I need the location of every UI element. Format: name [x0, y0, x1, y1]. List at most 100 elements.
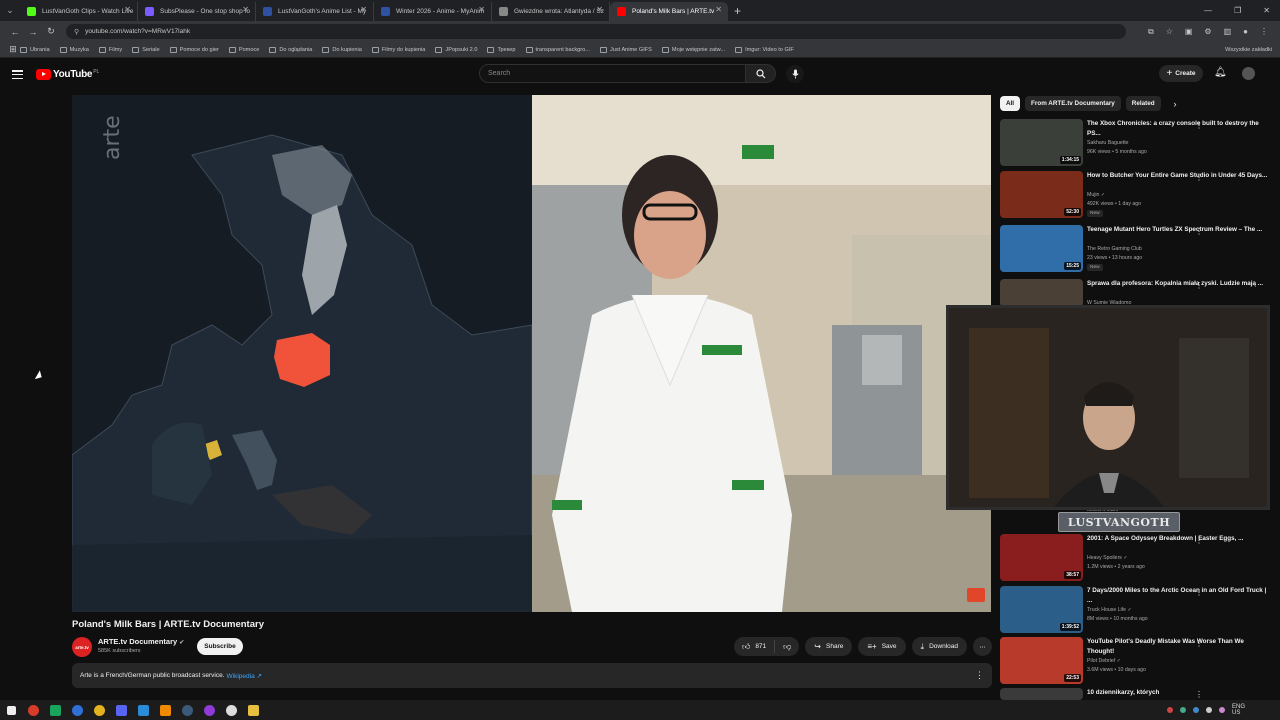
- more-actions-button[interactable]: ⋯: [973, 637, 992, 656]
- video-thumbnail[interactable]: 15:25: [1000, 225, 1083, 272]
- save-button[interactable]: ≡+ Save: [858, 637, 906, 656]
- app-yellow-icon[interactable]: [88, 700, 110, 720]
- youtube-logo[interactable]: YouTube PL: [36, 69, 99, 80]
- chevron-right-icon[interactable]: ›: [1174, 99, 1177, 109]
- app-purple-icon[interactable]: [198, 700, 220, 720]
- app-blue-icon[interactable]: [66, 700, 88, 720]
- guide-menu-icon[interactable]: [12, 70, 23, 79]
- recommended-channel[interactable]: Mujin ✓: [1087, 192, 1105, 198]
- new-tab-button[interactable]: +: [734, 4, 741, 18]
- recommended-more-icon[interactable]: ⋮: [1195, 227, 1203, 236]
- recommended-title[interactable]: 10 dziennikarzy, których: [1087, 688, 1272, 698]
- create-button[interactable]: + Create: [1159, 65, 1203, 82]
- account-avatar[interactable]: [1242, 67, 1255, 80]
- minimize-icon[interactable]: —: [1204, 6, 1212, 15]
- recommended-title[interactable]: Sprawa dla profesora: Kopalnia miała zys…: [1087, 279, 1272, 289]
- tab-close-icon[interactable]: ✕: [242, 5, 249, 14]
- voice-search-button[interactable]: [786, 65, 804, 83]
- app-green-icon[interactable]: [44, 700, 66, 720]
- recommended-more-icon[interactable]: ⋮: [1195, 690, 1203, 699]
- notifications-bell-icon[interactable]: 🔔︎: [1214, 67, 1227, 78]
- maximize-icon[interactable]: ❐: [1234, 6, 1241, 15]
- extension-icon[interactable]: ▣: [1185, 27, 1193, 37]
- profile-icon[interactable]: ●: [1243, 27, 1248, 37]
- recommended-more-icon[interactable]: ⋮: [1195, 121, 1203, 130]
- discord-icon[interactable]: [110, 700, 132, 720]
- steam-icon[interactable]: [176, 700, 198, 720]
- video-thumbnail[interactable]: 52:30: [1000, 171, 1083, 218]
- filter-chip[interactable]: All: [1000, 96, 1021, 111]
- bookmark-item[interactable]: transparent backgro...: [525, 46, 590, 53]
- recommended-video[interactable]: Sprawa dla profesora: Kopalnia miała zys…: [1000, 279, 1275, 315]
- keyboard-language[interactable]: ENG US: [1232, 704, 1250, 716]
- recommended-more-icon[interactable]: ⋮: [1195, 281, 1203, 290]
- recommended-more-icon[interactable]: ⋮: [1195, 173, 1203, 182]
- app-store-icon[interactable]: [132, 700, 154, 720]
- recommended-title[interactable]: How to Butcher Your Entire Game Studio i…: [1087, 171, 1272, 181]
- browser-tab[interactable]: Winter 2026 - Anime - MyAnim ✕: [374, 2, 492, 21]
- browser-tab[interactable]: Poland's Milk Bars | ARTE.tv ✕: [610, 2, 728, 21]
- recommended-title[interactable]: Teenage Mutant Hero Turtles ZX Spectrum …: [1087, 225, 1272, 235]
- search-input[interactable]: Search: [479, 64, 746, 83]
- tab-close-icon[interactable]: ✕: [596, 5, 603, 14]
- video-thumbnail[interactable]: 38:57: [1000, 534, 1083, 581]
- tray-app-icon[interactable]: [1193, 707, 1199, 713]
- bookmark-item[interactable]: Ubrania: [20, 46, 50, 53]
- tray-app-icon[interactable]: [1180, 707, 1186, 713]
- sidepanel-icon[interactable]: ▥: [1224, 27, 1232, 37]
- recommended-video[interactable]: 1:34:15 The Xbox Chronicles: a crazy cons…: [1000, 119, 1275, 169]
- video-player[interactable]: arte: [72, 95, 991, 612]
- recommended-video[interactable]: 22:53 YouTube Pilot's Deadly Mistake Was …: [1000, 637, 1275, 687]
- bookmark-item[interactable]: JPopsuki 2.0: [435, 46, 477, 53]
- filter-chip[interactable]: Related: [1125, 96, 1161, 111]
- bookmark-item[interactable]: Filmy do kupienia: [371, 46, 425, 53]
- back-icon[interactable]: ←: [6, 27, 24, 37]
- tab-close-icon[interactable]: ✕: [360, 5, 367, 14]
- chrome-icon[interactable]: [22, 700, 44, 720]
- recommended-more-icon[interactable]: ⋮: [1195, 588, 1203, 597]
- tab-close-icon[interactable]: ✕: [124, 5, 131, 14]
- browser-tab[interactable]: Gwiezdne wrota: Atlantyda / Sz ✕: [492, 2, 610, 21]
- vlc-icon[interactable]: [154, 700, 176, 720]
- bookmark-item[interactable]: Moje wstępnie zatw...: [661, 46, 725, 53]
- channel-avatar[interactable]: arte.tv: [72, 637, 92, 657]
- recommended-video[interactable]: 1:39:52 7 Days/2000 Miles to the Arctic O…: [1000, 586, 1275, 636]
- tab-close-icon[interactable]: ✕: [715, 5, 722, 14]
- dislike-button[interactable]: 👎︎: [775, 642, 799, 652]
- recommended-channel[interactable]: Truck House Life ✓: [1087, 607, 1132, 613]
- recommended-more-icon[interactable]: ⋮: [1195, 639, 1203, 648]
- recommended-video[interactable]: 52:30 How to Butcher Your Entire Game Stu…: [1000, 171, 1275, 221]
- site-info-icon[interactable]: ⚲: [74, 28, 79, 36]
- recommended-video[interactable]: 15:25 Teenage Mutant Hero Turtles ZX Spec…: [1000, 225, 1275, 275]
- bookmark-star-icon[interactable]: ☆: [1166, 27, 1173, 37]
- bookmark-item[interactable]: Do kupienia: [322, 46, 362, 53]
- video-thumbnail[interactable]: 1:34:15: [1000, 119, 1083, 166]
- bookmark-item[interactable]: Just Anime GIFS: [599, 46, 652, 53]
- menu-kebab-icon[interactable]: ⋮: [1260, 27, 1268, 37]
- browser-tab[interactable]: LustVanGoth Clips - Watch Live ✕: [20, 2, 138, 21]
- recommended-video[interactable]: 38:57 2001: A Space Odyssey Breakdown | E…: [1000, 534, 1275, 584]
- video-thumbnail[interactable]: 22:53: [1000, 637, 1083, 684]
- bookmark-item[interactable]: Трекер: [487, 46, 516, 53]
- forward-icon[interactable]: →: [24, 27, 42, 37]
- recommended-channel[interactable]: Heavy Spoilers ✓: [1087, 555, 1128, 561]
- subscribe-button[interactable]: Subscribe: [197, 638, 243, 655]
- tray-app-icon[interactable]: [1219, 707, 1225, 713]
- recommended-title[interactable]: YouTube Pilot's Deadly Mistake Was Worse…: [1087, 637, 1272, 656]
- browser-tab[interactable]: SubsPlease - One stop shop fo ✕: [138, 2, 256, 21]
- install-icon[interactable]: ⧉: [1148, 27, 1154, 37]
- tray-app-icon[interactable]: [1167, 707, 1173, 713]
- bookmark-item[interactable]: Pomoce: [228, 46, 259, 53]
- description-more-icon[interactable]: ⋮: [975, 670, 984, 681]
- video-thumbnail[interactable]: [1000, 279, 1083, 307]
- bookmark-item[interactable]: Seriale: [132, 46, 160, 53]
- download-button[interactable]: ⤓ Download: [911, 637, 967, 656]
- recommended-video[interactable]: 10 dziennikarzy, których ⋮: [1000, 688, 1275, 700]
- recommended-channel[interactable]: The Retro Gaming Club: [1087, 246, 1142, 252]
- reload-icon[interactable]: ↻: [42, 26, 60, 37]
- recommended-title[interactable]: The Xbox Chronicles: a crazy console bui…: [1087, 119, 1272, 138]
- recommended-channel[interactable]: Pilot Debrief ✓: [1087, 658, 1121, 664]
- file-explorer-icon[interactable]: [242, 700, 264, 720]
- channel-name[interactable]: ARTE.tv Documentary ✔: [98, 637, 184, 646]
- tab-close-icon[interactable]: ✕: [478, 5, 485, 14]
